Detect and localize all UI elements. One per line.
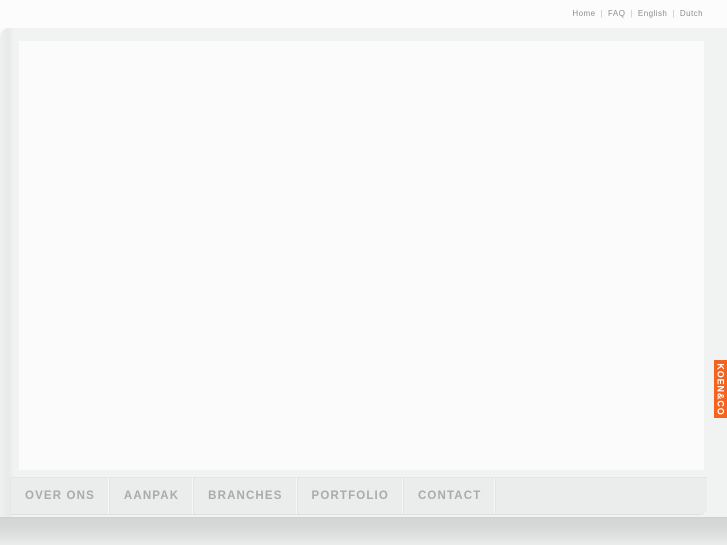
utility-nav-item-english[interactable]: English xyxy=(634,9,671,19)
brand-side-tab[interactable]: KOEN&CO xyxy=(714,360,727,418)
brand-side-tab-label: KOEN&CO xyxy=(716,362,726,416)
top-utility-bar: Home | FAQ | English | Dutch xyxy=(0,0,727,28)
main-nav-item-aanpak[interactable]: AANPAK xyxy=(109,478,195,514)
utility-nav: Home | FAQ | English | Dutch xyxy=(568,9,707,19)
utility-nav-item-dutch[interactable]: Dutch xyxy=(676,9,707,19)
main-nav-filler xyxy=(496,478,707,514)
utility-nav-item-faq[interactable]: FAQ xyxy=(604,9,629,19)
main-navigation: OVER ONS AANPAK BRANCHES PORTFOLIO CONTA… xyxy=(10,477,707,515)
main-nav-item-branches[interactable]: BRANCHES xyxy=(194,478,298,514)
main-nav-item-portfolio[interactable]: PORTFOLIO xyxy=(297,478,404,514)
utility-nav-item-home[interactable]: Home xyxy=(568,9,599,19)
main-nav-item-contact[interactable]: CONTACT xyxy=(403,478,497,514)
main-nav-item-over-ons[interactable]: OVER ONS xyxy=(10,478,110,514)
main-content-canvas xyxy=(18,40,705,471)
footer-band xyxy=(0,517,727,545)
